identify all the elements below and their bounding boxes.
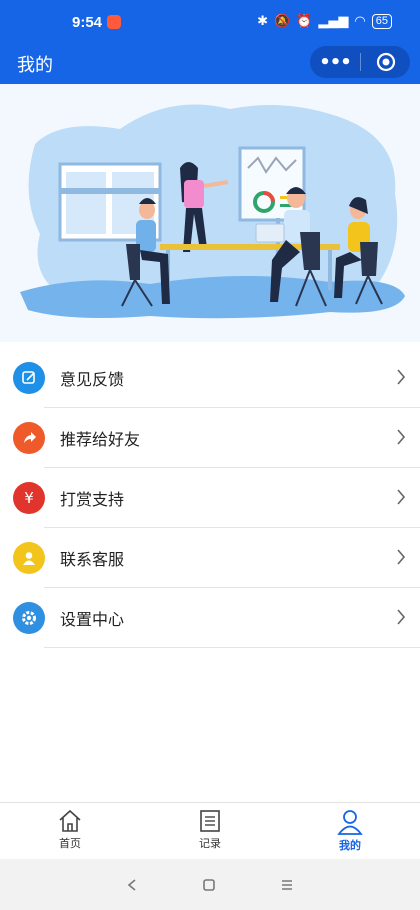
signal-icon: ▂▄▆ — [318, 14, 349, 29]
menu-item-recommend[interactable]: 推荐给好友 — [13, 408, 420, 468]
document-icon — [200, 810, 220, 832]
gear-icon — [13, 602, 45, 634]
menu-item-label: 联系客服 — [60, 550, 125, 569]
menu-item-label: 设置中心 — [60, 610, 125, 629]
chevron-right-icon — [397, 609, 406, 625]
tab-label: 我的 — [339, 839, 361, 852]
menu-icon[interactable] — [280, 878, 294, 892]
tab-label: 记录 — [199, 837, 221, 850]
yuan-icon: ¥ — [13, 482, 45, 514]
menu-item-label: 意见反馈 — [60, 370, 125, 389]
back-icon[interactable] — [126, 878, 138, 892]
tab-label: 首页 — [59, 837, 81, 850]
tab-bar: 首页 记录 我的 — [0, 802, 420, 860]
alarm-icon: ⏰ — [296, 14, 313, 29]
tab-home[interactable]: 首页 — [0, 803, 140, 860]
status-icons: ✱ 🔕 ⏰ ▂▄▆ ◠ 65 — [257, 14, 392, 29]
share-icon — [13, 422, 45, 454]
menu-item-label: 推荐给好友 — [60, 430, 141, 449]
user-icon — [13, 542, 45, 574]
notification-app-icon — [107, 15, 121, 29]
system-navigation-bar — [0, 859, 420, 910]
page-title: 我的 — [17, 55, 53, 76]
chevron-right-icon — [397, 489, 406, 505]
chevron-right-icon — [397, 429, 406, 445]
profile-icon — [337, 810, 363, 835]
menu-item-feedback[interactable]: 意见反馈 — [13, 348, 420, 408]
home-square-icon[interactable] — [202, 878, 216, 892]
home-icon — [59, 809, 81, 832]
more-button[interactable]: ••• — [310, 52, 360, 73]
menu-item-label: 打赏支持 — [60, 490, 125, 509]
chevron-right-icon — [397, 369, 406, 385]
status-time: 9:54 — [72, 14, 103, 31]
menu-item-donate[interactable]: ¥ 打赏支持 — [13, 468, 420, 528]
target-icon — [376, 52, 395, 72]
hero-illustration — [0, 84, 420, 342]
tab-records[interactable]: 记录 — [140, 803, 280, 860]
menu-item-settings[interactable]: 设置中心 — [13, 588, 420, 648]
status-bar: 9:54 ✱ 🔕 ⏰ ▂▄▆ ◠ 65 — [0, 0, 420, 42]
mute-icon: 🔕 — [274, 14, 291, 29]
chevron-right-icon — [397, 549, 406, 565]
menu-item-support[interactable]: 联系客服 — [13, 528, 420, 588]
bluetooth-icon: ✱ — [257, 14, 269, 29]
edit-icon — [13, 362, 45, 394]
nav-bar: 我的 ••• — [0, 42, 420, 84]
meeting-illustration — [20, 104, 405, 319]
mini-program-capsule: ••• — [310, 46, 410, 78]
tab-mine[interactable]: 我的 — [280, 803, 420, 860]
wifi-icon: ◠ — [354, 14, 366, 29]
menu-list: 意见反馈 推荐给好友 ¥ 打赏支持 联系客服 设置中心 — [0, 348, 420, 648]
battery-indicator: 65 — [371, 14, 392, 29]
close-button[interactable] — [361, 52, 410, 72]
